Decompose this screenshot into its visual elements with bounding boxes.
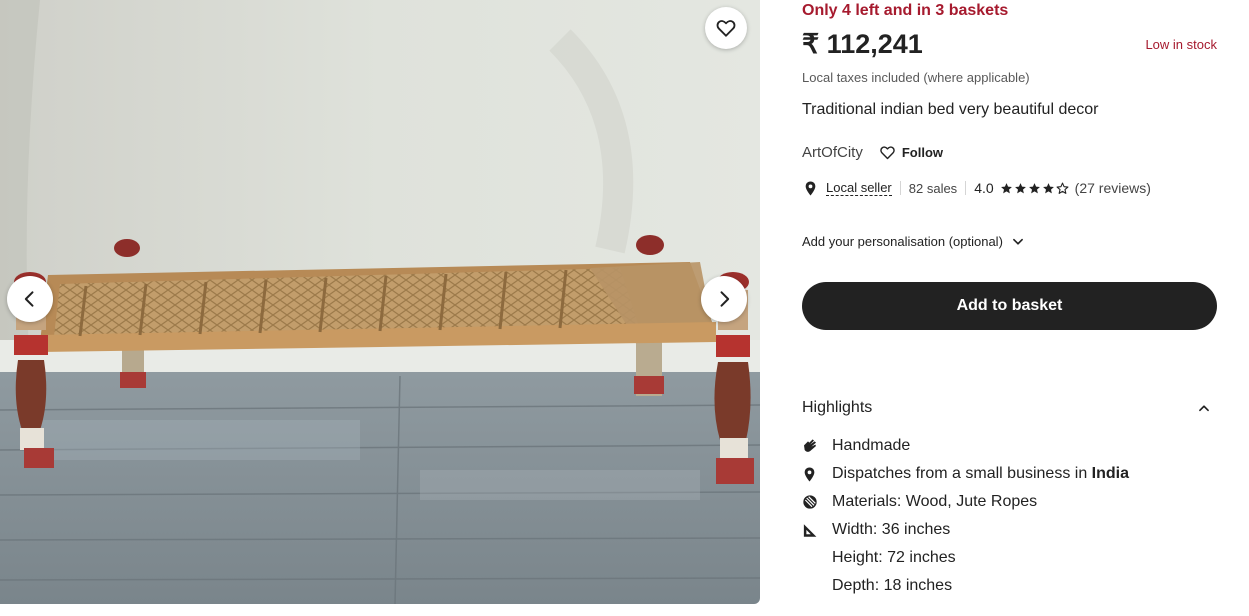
hand-icon — [804, 439, 816, 452]
star-outline-icon — [1056, 182, 1069, 194]
shop-name-link[interactable]: ArtOfCity — [802, 144, 863, 161]
materials-icon — [803, 495, 817, 509]
tax-note: Local taxes included (where applicable) — [802, 70, 1030, 85]
chevron-left-icon — [24, 291, 34, 307]
rating-stars — [1000, 182, 1070, 195]
sales-count: 82 sales — [908, 180, 958, 196]
follow-shop-button[interactable]: Follow — [879, 144, 943, 161]
star-filled-icon — [1000, 182, 1012, 193]
rating-value: 4.0 — [974, 180, 994, 196]
seller-meta-row: Local seller 82 sales 4.0 (27 reviews) — [804, 180, 1151, 196]
low-stock-badge: Low in stock — [1145, 37, 1217, 52]
shop-row: ArtOfCity Follow — [802, 144, 943, 161]
reviews-link[interactable]: (27 reviews) — [1075, 180, 1151, 196]
highlight-item: Handmade — [802, 432, 1217, 460]
personalisation-label: Add your personalisation (optional) — [802, 234, 1003, 249]
divider — [965, 181, 967, 195]
listing-info-panel: Only 4 left and in 3 baskets ₹ 112,241 L… — [802, 0, 1217, 616]
product-photo — [0, 0, 760, 604]
location-pin-icon — [805, 181, 816, 195]
location-pin-icon — [804, 467, 815, 481]
product-image-gallery — [0, 0, 760, 604]
highlight-item: Depth: 18 inches — [832, 577, 953, 594]
highlights-toggle[interactable]: Highlights — [802, 392, 1217, 424]
highlight-item: Materials: Wood, Jute Ropes — [802, 488, 1217, 516]
highlight-item: Width: 36 inches — [802, 516, 1217, 544]
favourite-button[interactable] — [705, 7, 747, 49]
ruler-triangle-icon — [803, 523, 817, 537]
highlight-item: Dispatches from a small business in Indi… — [802, 460, 1217, 488]
price: ₹ 112,241 — [802, 29, 923, 59]
next-image-button[interactable] — [701, 276, 747, 322]
listing-title: Traditional indian bed very beautiful de… — [802, 101, 1099, 118]
highlights-title: Highlights — [802, 399, 873, 416]
chevron-down-icon — [1013, 238, 1023, 245]
chevron-right-icon — [720, 291, 730, 307]
star-filled-icon — [1028, 182, 1040, 193]
dispatch-country: India — [1091, 465, 1129, 482]
stock-alert: Only 4 left and in 3 baskets — [802, 2, 1009, 19]
heart-outline-icon — [716, 20, 736, 37]
star-filled-icon — [1042, 182, 1054, 193]
heart-outline-icon — [880, 146, 895, 160]
star-filled-icon — [1014, 182, 1026, 193]
highlight-item: Height: 72 inches — [832, 549, 956, 566]
highlights-list: Handmade Dispatches from a small busines… — [802, 432, 1217, 600]
add-personalisation-toggle[interactable]: Add your personalisation (optional) — [802, 234, 1025, 249]
divider — [899, 181, 901, 195]
previous-image-button[interactable] — [7, 276, 53, 322]
chevron-up-icon — [1199, 405, 1209, 412]
follow-label: Follow — [901, 145, 944, 160]
local-seller-link[interactable]: Local seller — [826, 180, 892, 196]
add-to-basket-button[interactable]: Add to basket — [802, 282, 1217, 330]
